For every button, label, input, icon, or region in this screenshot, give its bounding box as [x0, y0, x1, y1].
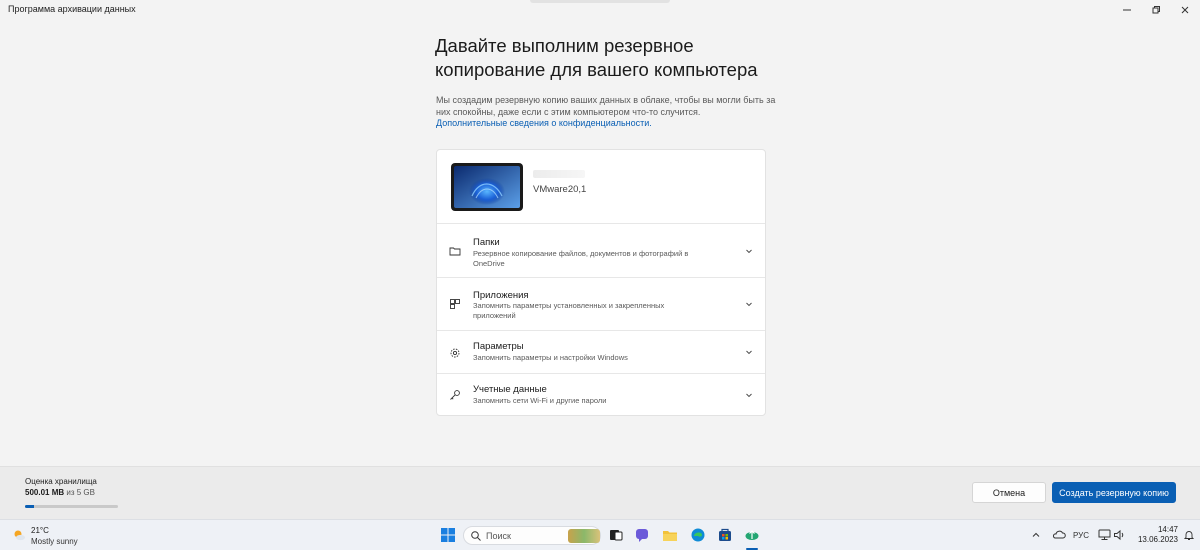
weather-sun-icon[interactable]	[12, 528, 26, 542]
item-credentials-title: Учетные данные	[473, 384, 547, 395]
item-settings-subtitle: Запомнить параметры и настройки Windows	[473, 353, 628, 362]
weather-description: Mostly sunny	[31, 537, 78, 546]
drag-handle[interactable]	[530, 0, 670, 3]
item-credentials[interactable]: Учетные данные Запомнить сети Wi-Fi и др…	[437, 374, 765, 416]
edge-browser-icon[interactable]	[690, 527, 706, 543]
device-thumbnail	[451, 163, 523, 211]
item-settings[interactable]: Параметры Запомнить параметры и настройк…	[437, 331, 765, 374]
system-clock[interactable]: 14:47 13.06.2023	[1128, 525, 1178, 545]
weather-temperature: 21°C	[31, 526, 49, 535]
folder-icon	[449, 247, 461, 256]
minimize-icon	[1123, 9, 1131, 11]
item-apps-title: Приложения	[473, 290, 529, 301]
item-folders-title: Папки	[473, 237, 500, 248]
clock-date: 13.06.2023	[1137, 535, 1178, 544]
search-placeholder: Поиск	[486, 531, 511, 541]
chat-icon[interactable]	[634, 527, 650, 543]
item-folders-subtitle: Резервное копирование файлов, документов…	[473, 249, 689, 268]
backup-app-icon[interactable]	[744, 527, 760, 543]
item-apps-subtitle: Запомнить параметры установленных и закр…	[473, 301, 665, 320]
storage-progress-bar	[25, 505, 118, 508]
cancel-button[interactable]: Отмена	[972, 482, 1046, 503]
network-icon[interactable]	[1098, 529, 1111, 541]
chevron-down-icon	[746, 350, 752, 355]
minimize-button[interactable]	[1112, 0, 1142, 20]
page-title: Давайте выполним резервное копирование д…	[435, 35, 758, 80]
onedrive-cloud-icon[interactable]	[1052, 529, 1066, 541]
close-button[interactable]	[1170, 0, 1200, 20]
clock-time: 14:47	[1157, 525, 1178, 534]
taskbar-search[interactable]: Поиск	[463, 526, 601, 545]
task-view-icon[interactable]	[608, 527, 624, 543]
maximize-button[interactable]	[1141, 0, 1171, 20]
item-settings-title: Параметры	[473, 341, 524, 352]
device-header: VMware20,1	[437, 150, 765, 224]
windows-start-icon[interactable]	[440, 527, 456, 543]
create-backup-button[interactable]: Создать резервную копию	[1052, 482, 1176, 503]
notification-bell-icon[interactable]	[1183, 529, 1195, 541]
privacy-link[interactable]: Дополнительные сведения о конфиденциальн…	[436, 118, 652, 128]
language-indicator[interactable]: РУС	[1073, 520, 1089, 550]
gear-icon	[450, 348, 460, 358]
apps-icon	[450, 299, 460, 309]
chevron-up-icon[interactable]	[1030, 529, 1042, 541]
title-bar: Программа архивации данных	[0, 0, 1200, 20]
key-icon	[450, 390, 460, 400]
storage-value: 500.01 MB из 5 GB	[25, 488, 95, 497]
chevron-down-icon	[746, 249, 752, 254]
chevron-down-icon	[746, 302, 752, 307]
maximize-icon	[1152, 6, 1160, 14]
storage-progress-fill	[25, 505, 35, 508]
backup-card: VMware20,1 Папки Резервное копирование ф…	[436, 149, 766, 416]
device-name: VMware20,1	[533, 184, 587, 195]
page-description: Мы создадим резервную копию ваших данных…	[436, 95, 776, 117]
footer-bar: Оценка хранилища 500.01 MB из 5 GB Отмен…	[0, 466, 1200, 519]
windows-wallpaper-thumbnail	[454, 166, 520, 208]
search-icon	[471, 531, 481, 541]
item-apps[interactable]: Приложения Запомнить параметры установле…	[437, 278, 765, 331]
item-folders[interactable]: Папки Резервное копирование файлов, доку…	[437, 225, 765, 278]
volume-icon[interactable]	[1113, 529, 1126, 541]
taskbar: 21°C Mostly sunny Поиск РУС 14:47 13.06.…	[0, 519, 1200, 550]
item-credentials-subtitle: Запомнить сети Wi-Fi и другие пароли	[473, 396, 607, 405]
search-highlight-image	[568, 529, 600, 543]
close-icon	[1181, 6, 1189, 14]
storage-label: Оценка хранилища	[25, 477, 97, 486]
chevron-down-icon	[746, 393, 752, 398]
store-icon[interactable]	[717, 527, 733, 543]
storage-used: 500.01 MB	[25, 488, 65, 497]
file-explorer-icon[interactable]	[662, 527, 678, 543]
redacted-device-owner	[533, 170, 585, 178]
storage-total: из 5 GB	[66, 488, 95, 497]
window-title: Программа архивации данных	[8, 4, 136, 14]
